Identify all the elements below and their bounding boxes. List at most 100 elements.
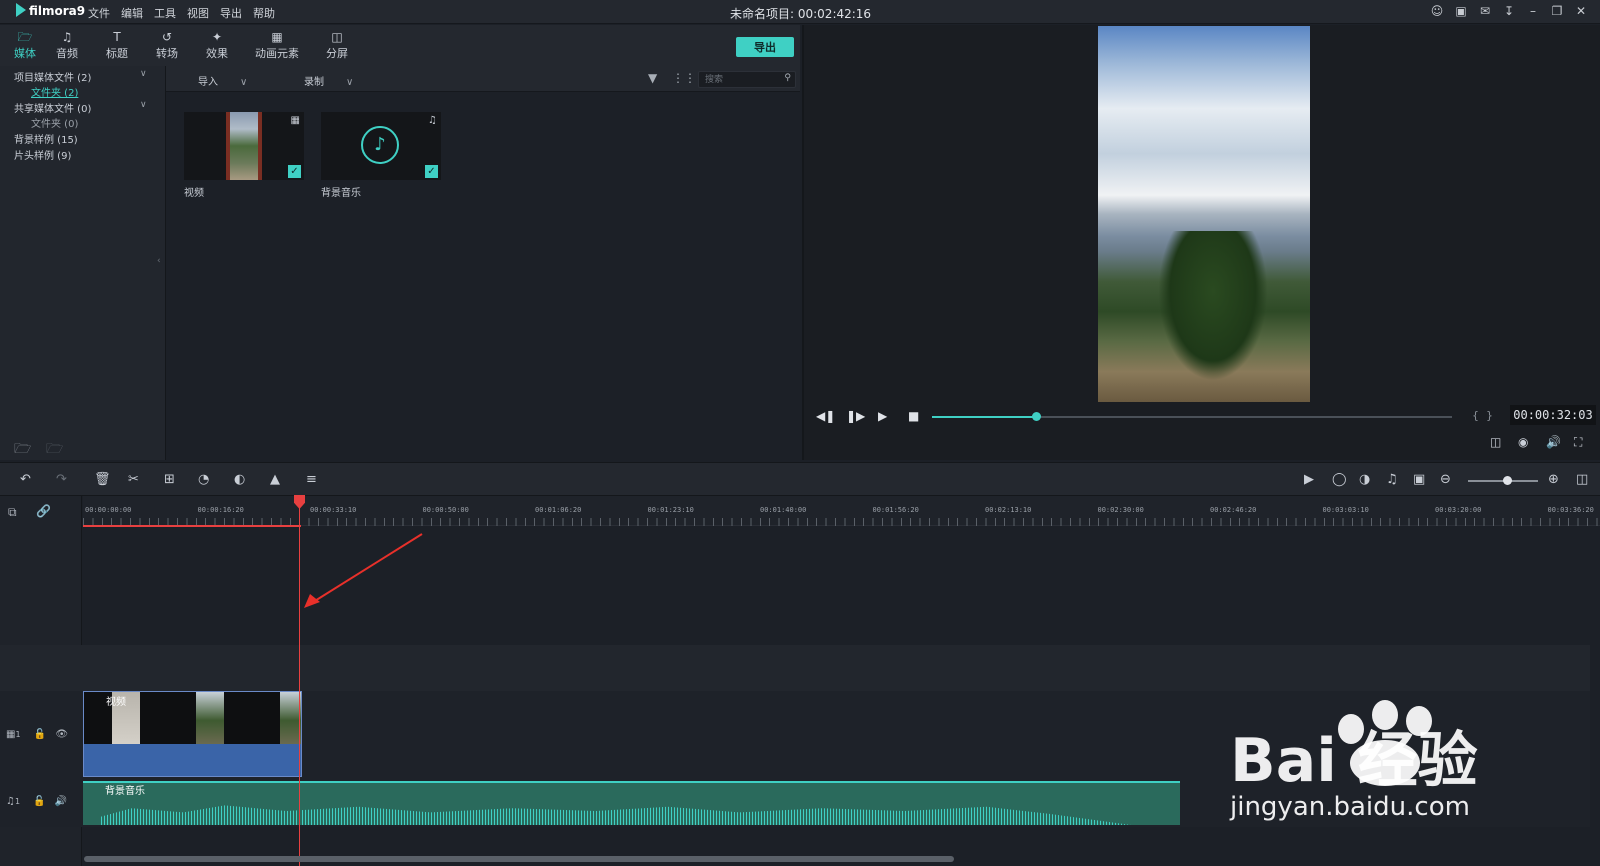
marker-icon[interactable]: ◯ (1332, 472, 1347, 487)
video-clip-label: 视频 (106, 697, 126, 708)
empty-track[interactable] (0, 645, 1590, 691)
media-item-audio[interactable]: ♪ ♫ ✓ 背景音乐 (321, 112, 441, 199)
sidebar-item-project-media[interactable]: 项目媒体文件 (2) (14, 69, 91, 84)
green-screen-icon[interactable]: ▲ (270, 472, 280, 487)
microphone-icon[interactable]: ◑ (1359, 472, 1370, 487)
tab-transitions[interactable]: ↺ 转场 (150, 29, 184, 61)
search-icon[interactable]: ⚲ (784, 73, 791, 83)
tab-effects[interactable]: ✦ 效果 (200, 29, 234, 61)
music-disc-icon: ♪ (361, 126, 399, 164)
video-clip[interactable]: 视频 (83, 691, 302, 777)
menu-edit[interactable]: 编辑 (121, 5, 143, 21)
minimize-icon[interactable]: – (1526, 4, 1540, 18)
filter-icon[interactable]: ▼ (648, 71, 657, 85)
menu-view[interactable]: 视图 (187, 5, 209, 21)
restore-icon[interactable]: ❐ (1550, 4, 1564, 18)
preview-timecode: 00:00:32:03 (1510, 405, 1596, 425)
link-icon[interactable]: 🔗 (36, 504, 51, 518)
tab-split-screen[interactable]: ◫ 分屏 (320, 29, 354, 61)
ruler-label: 00:01:06:20 (535, 506, 582, 514)
new-folder-icon[interactable]: 🗁 (14, 438, 31, 462)
redo-icon[interactable]: ↷ (56, 472, 67, 487)
timeline-ruler[interactable]: 00:00:00:00 00:00:16:20 00:00:33:10 00:00:5… (83, 496, 1600, 526)
stabilize-icon[interactable]: ▣ (1413, 472, 1425, 487)
audio-track-controls: ♫1 🔓 🔊 (6, 796, 68, 807)
cut-icon[interactable]: ✂ (128, 472, 139, 487)
ruler-label: 00:02:13:10 (985, 506, 1032, 514)
playback-knob[interactable] (1032, 412, 1041, 421)
mark-in-out-icon[interactable]: { } (1472, 409, 1493, 422)
horizontal-scrollbar[interactable] (84, 856, 954, 862)
tab-titles[interactable]: T 标题 (100, 29, 134, 61)
audio-clip[interactable]: 背景音乐 (83, 781, 1180, 825)
stop-icon[interactable]: ■ (908, 409, 919, 423)
import-dropdown[interactable]: 导入 ∨ (198, 73, 247, 88)
media-toolbar: 导入∨ 录制∨ ▼ ⋮⋮ ⚲ (166, 66, 800, 92)
add-track-icon[interactable]: ⧉ (8, 505, 17, 520)
zoom-knob[interactable] (1502, 476, 1512, 485)
tab-media[interactable]: 🗁 媒体 (8, 29, 42, 61)
crop-icon[interactable]: ⊞ (164, 472, 175, 487)
export-button[interactable]: 导出 (736, 37, 794, 57)
eye-icon[interactable]: 👁 (55, 729, 68, 740)
menu-file[interactable]: 文件 (88, 5, 110, 21)
sidebar-item-backgrounds[interactable]: 背景样例 (15) (14, 131, 78, 146)
render-icon[interactable]: ▶ (1304, 472, 1314, 487)
tab-audio[interactable]: ♫ 音频 (50, 29, 84, 61)
app-logo: filmora9 (16, 3, 85, 18)
delete-folder-icon[interactable]: 🗁 (46, 438, 63, 462)
filmora-logo-icon (16, 3, 26, 17)
chevron-down-icon[interactable]: ∨ (140, 69, 147, 79)
snapshot-icon[interactable]: ◉ (1518, 435, 1528, 449)
audio-mixer-icon[interactable]: ♫ (1386, 472, 1398, 487)
video-thumbnail[interactable]: ▦ ✓ (184, 112, 304, 180)
zoom-in-icon[interactable]: ⊕ (1548, 472, 1559, 487)
tab-elements[interactable]: ▦ 动画元素 (252, 29, 302, 61)
speaker-icon[interactable]: 🔊 (55, 796, 67, 807)
sidebar-item-shared-media[interactable]: 共享媒体文件 (0) (14, 100, 91, 115)
volume-icon[interactable]: 🔊 (1546, 435, 1561, 449)
undo-icon[interactable]: ↶ (20, 472, 31, 487)
text-icon: T (113, 30, 121, 44)
display-settings-icon[interactable]: ◫ (1490, 435, 1501, 449)
next-frame-icon[interactable]: ❚▶ (846, 409, 865, 423)
lock-icon[interactable]: 🔓 (34, 729, 46, 740)
sidebar-item-intros[interactable]: 片头样例 (9) (14, 147, 71, 162)
audio-clip-label: 背景音乐 (105, 786, 145, 797)
media-item-video[interactable]: ▦ ✓ 视频 (184, 112, 304, 199)
close-icon[interactable]: ✕ (1574, 4, 1588, 18)
collapse-sidebar-icon[interactable]: ‹ (157, 256, 161, 266)
download-icon[interactable]: ↧ (1502, 4, 1516, 18)
color-icon[interactable]: ◐ (234, 472, 245, 487)
sidebar-item-project-folder[interactable]: 文件夹 (2) (31, 84, 78, 99)
zoom-out-icon[interactable]: ⊖ (1440, 472, 1451, 487)
speed-icon[interactable]: ◔ (198, 472, 209, 487)
grid-view-icon[interactable]: ⋮⋮ (672, 71, 696, 85)
paw-pad (1350, 740, 1420, 786)
save-icon[interactable]: ▣ (1454, 4, 1468, 18)
fullscreen-icon[interactable]: ⛶ (1574, 435, 1582, 450)
search-input[interactable] (705, 73, 775, 86)
window-controls: ☺ ▣ ✉ ↧ – ❐ ✕ (1430, 4, 1588, 18)
mail-icon[interactable]: ✉ (1478, 4, 1492, 18)
account-icon[interactable]: ☺ (1430, 4, 1444, 18)
ruler-label: 00:02:46:20 (1210, 506, 1257, 514)
delete-icon[interactable]: 🗑 (94, 472, 111, 487)
sidebar-item-shared-folder[interactable]: 文件夹 (0) (31, 115, 78, 130)
zoom-slider[interactable] (1468, 476, 1538, 485)
project-title: 未命名项目: 00:02:42:16 (730, 7, 872, 21)
menu-help[interactable]: 帮助 (253, 5, 275, 21)
layout-icon[interactable]: ◫ (1576, 472, 1588, 487)
record-dropdown[interactable]: 录制 ∨ (304, 73, 353, 88)
play-icon[interactable]: ▶ (878, 409, 887, 423)
menu-tools[interactable]: 工具 (154, 5, 176, 21)
prev-frame-icon[interactable]: ◀❚ (816, 409, 835, 423)
menu-export[interactable]: 导出 (220, 5, 242, 21)
playback-slider[interactable] (932, 412, 1452, 421)
audio-adjust-icon[interactable]: ≡ (306, 472, 317, 487)
menu-bar: 文件 编辑 工具 视图 导出 帮助 (88, 5, 286, 21)
chevron-down-icon[interactable]: ∨ (140, 100, 147, 110)
lock-icon[interactable]: 🔓 (33, 796, 45, 807)
audio-thumbnail[interactable]: ♪ ♫ ✓ (321, 112, 441, 180)
video-clip-audio (84, 744, 301, 776)
